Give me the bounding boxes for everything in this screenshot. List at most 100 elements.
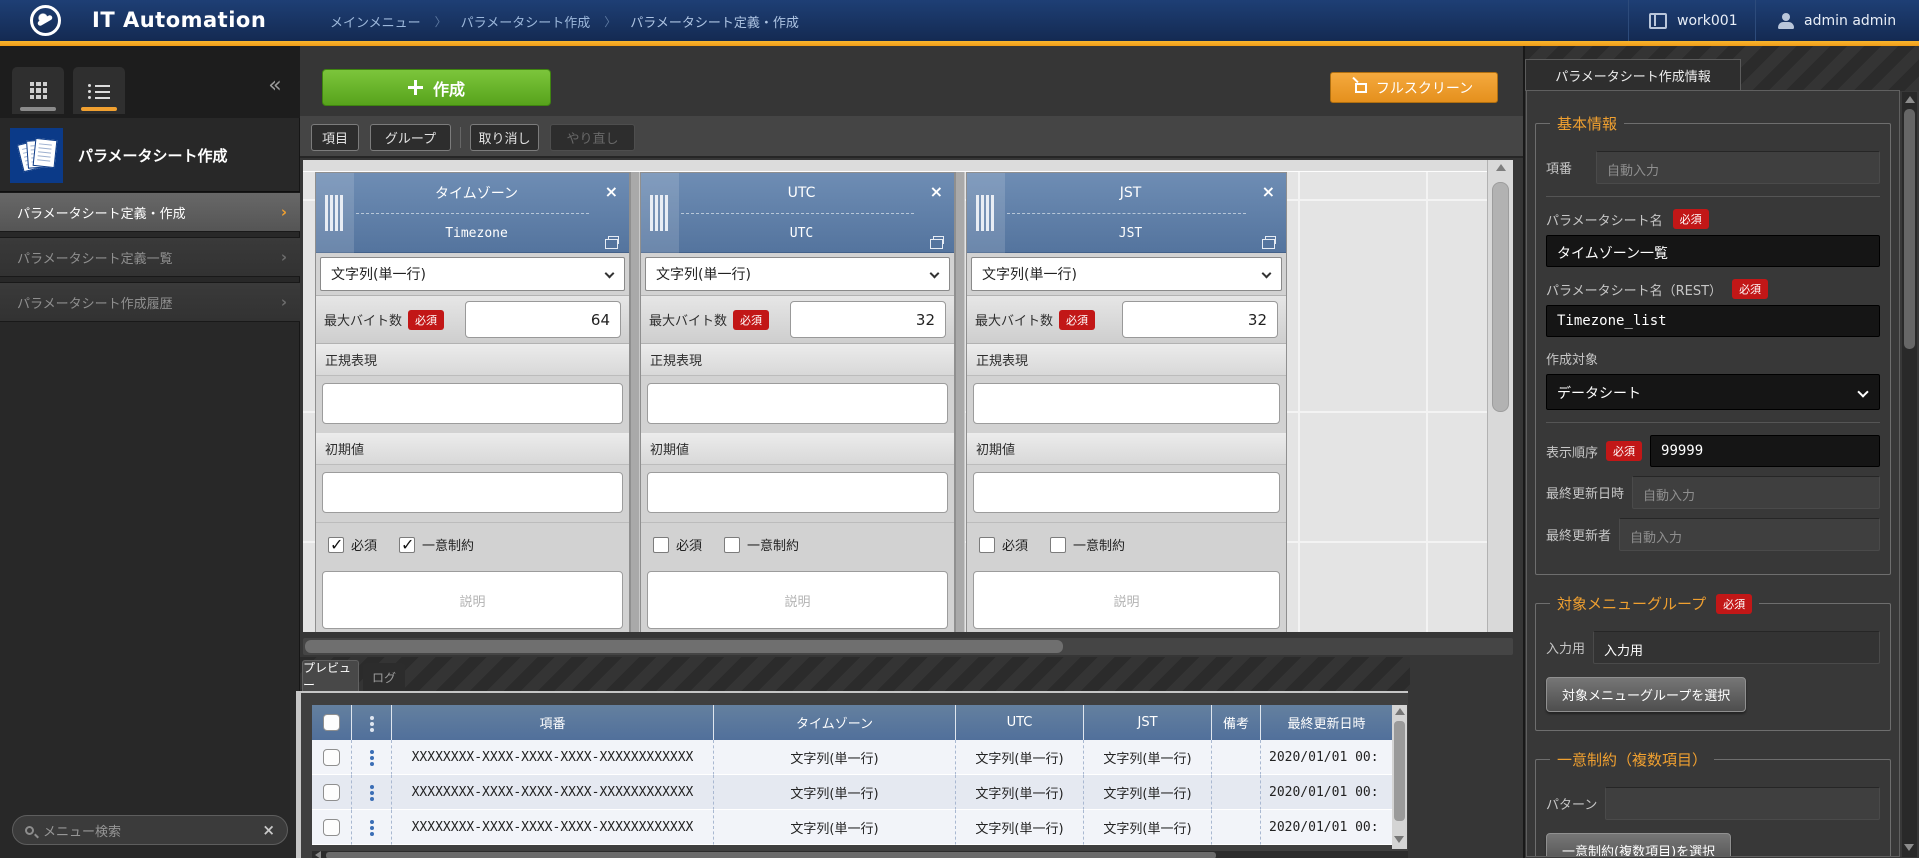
- select-all-checkbox[interactable]: [323, 714, 340, 731]
- description-textarea[interactable]: 説明: [973, 571, 1280, 629]
- row-checkbox[interactable]: [323, 749, 340, 766]
- unique-checkbox[interactable]: [399, 537, 415, 553]
- tab-sheet-info[interactable]: パラメータシート作成情報: [1525, 59, 1741, 91]
- scrollbar-thumb[interactable]: [326, 852, 1216, 858]
- max-byte-input[interactable]: 32: [1122, 301, 1278, 338]
- scroll-down-icon[interactable]: [1394, 836, 1404, 843]
- item-title[interactable]: JST: [1005, 173, 1256, 213]
- sheet-rest-name-input[interactable]: Timezone_list: [1546, 305, 1880, 337]
- input-use-field[interactable]: 入力用: [1593, 631, 1880, 664]
- sidebar-collapse-button[interactable]: «: [256, 66, 294, 104]
- column-header-updated[interactable]: 最終更新日時: [1261, 705, 1392, 740]
- breadcrumb-sheet-create[interactable]: パラメータシート作成: [461, 12, 591, 31]
- workspace-switcher[interactable]: work001: [1649, 0, 1738, 41]
- tab-log[interactable]: ログ: [363, 663, 405, 691]
- display-order-input[interactable]: 99999: [1650, 435, 1880, 467]
- menu-search-input[interactable]: メニュー検索 ×: [12, 815, 288, 845]
- drag-handle[interactable]: [967, 173, 1005, 253]
- item-type-select[interactable]: 文字列(単一行): [645, 257, 950, 291]
- items-mode-button[interactable]: 項目: [311, 124, 359, 151]
- row-checkbox[interactable]: [323, 784, 340, 801]
- description-textarea[interactable]: 説明: [647, 571, 948, 629]
- table-row[interactable]: XXXXXXXX-XXXX-XXXX-XXXX-XXXXXXXXXXXX 文字列…: [312, 775, 1392, 810]
- scrollbar-thumb[interactable]: [1492, 182, 1509, 412]
- regex-input[interactable]: [973, 383, 1280, 424]
- scrollbar-thumb[interactable]: [305, 640, 1063, 653]
- breadcrumb-main-menu[interactable]: メインメニュー: [330, 12, 421, 31]
- canvas-horizontal-scrollbar[interactable]: [303, 638, 1513, 655]
- user-menu[interactable]: admin admin: [1778, 0, 1896, 41]
- table-horizontal-scrollbar[interactable]: [312, 851, 1408, 858]
- scrollbar-thumb[interactable]: [1394, 721, 1405, 821]
- item-rest-name[interactable]: UTC: [679, 213, 924, 253]
- close-icon[interactable]: ×: [605, 182, 618, 201]
- column-header-jst[interactable]: JST: [1084, 705, 1212, 740]
- description-textarea[interactable]: 説明: [322, 571, 623, 629]
- sheet-name-input[interactable]: タイムゾーン一覧: [1546, 235, 1880, 267]
- unique-checkbox[interactable]: [724, 537, 740, 553]
- create-target-select[interactable]: データシート: [1546, 374, 1880, 410]
- kebab-menu-icon[interactable]: [370, 820, 374, 824]
- scroll-left-icon[interactable]: [315, 851, 321, 858]
- create-button[interactable]: 作成: [322, 69, 551, 106]
- required-checkbox[interactable]: [328, 537, 344, 553]
- required-checkbox[interactable]: [979, 537, 995, 553]
- group-mode-button[interactable]: グループ: [370, 124, 451, 151]
- item-no-input[interactable]: 自動入力: [1596, 151, 1880, 184]
- unique-checkbox[interactable]: [1050, 537, 1066, 553]
- item-type-select[interactable]: 文字列(単一行): [971, 257, 1282, 291]
- default-input[interactable]: [973, 472, 1280, 513]
- sidebar-item-create-history[interactable]: パラメータシート作成履歴 ›: [0, 282, 300, 322]
- regex-input[interactable]: [322, 383, 623, 424]
- sidebar-tab-list[interactable]: [73, 67, 125, 114]
- sidebar-item-define-list[interactable]: パラメータシート定義一覧 ›: [0, 237, 300, 277]
- column-header-item-no[interactable]: 項番: [392, 705, 714, 740]
- sidebar-item-define-create[interactable]: パラメータシート定義・作成 ›: [0, 192, 300, 232]
- close-icon[interactable]: ×: [1262, 182, 1275, 201]
- popup-icon[interactable]: [608, 236, 619, 244]
- scroll-up-icon[interactable]: [1496, 164, 1506, 171]
- select-menu-group-button[interactable]: 対象メニューグループを選択: [1546, 677, 1746, 712]
- pattern-input[interactable]: [1605, 787, 1880, 820]
- item-title[interactable]: タイムゾーン: [354, 173, 599, 213]
- last-updated-input[interactable]: 自動入力: [1632, 476, 1880, 509]
- kebab-menu-icon[interactable]: [370, 785, 374, 789]
- table-vertical-scrollbar[interactable]: [1392, 705, 1407, 849]
- last-updater-input[interactable]: 自動入力: [1619, 518, 1880, 551]
- item-title[interactable]: UTC: [679, 173, 924, 213]
- default-input[interactable]: [322, 472, 623, 513]
- required-checkbox[interactable]: [653, 537, 669, 553]
- max-byte-input[interactable]: 64: [465, 301, 621, 338]
- column-header-timezone[interactable]: タイムゾーン: [714, 705, 956, 740]
- tab-preview[interactable]: プレビュー: [302, 660, 359, 691]
- item-rest-name[interactable]: Timezone: [354, 213, 599, 253]
- default-input[interactable]: [647, 472, 948, 513]
- redo-button[interactable]: やり直し: [550, 124, 635, 151]
- scroll-down-icon[interactable]: [1904, 844, 1914, 851]
- table-row[interactable]: XXXXXXXX-XXXX-XXXX-XXXX-XXXXXXXXXXXX 文字列…: [312, 740, 1392, 775]
- row-checkbox[interactable]: [323, 819, 340, 836]
- scroll-up-icon[interactable]: [1395, 708, 1405, 715]
- column-header-remarks[interactable]: 備考: [1212, 705, 1261, 740]
- scrollbar-thumb[interactable]: [1904, 109, 1915, 349]
- kebab-menu-icon[interactable]: [370, 750, 374, 754]
- max-byte-input[interactable]: 32: [790, 301, 946, 338]
- column-header-utc[interactable]: UTC: [956, 705, 1084, 740]
- search-clear-icon[interactable]: ×: [262, 821, 275, 839]
- item-rest-name[interactable]: JST: [1005, 213, 1256, 253]
- item-type-select[interactable]: 文字列(単一行): [320, 257, 625, 291]
- table-row[interactable]: XXXXXXXX-XXXX-XXXX-XXXX-XXXXXXXXXXXX 文字列…: [312, 810, 1392, 845]
- drag-handle[interactable]: [316, 173, 354, 253]
- scroll-up-icon[interactable]: [1905, 96, 1915, 103]
- select-unique-constraint-button[interactable]: 一意制約(複数項目)を選択: [1546, 833, 1731, 857]
- popup-icon[interactable]: [1265, 236, 1276, 244]
- canvas-vertical-scrollbar[interactable]: [1487, 160, 1513, 632]
- undo-button[interactable]: 取り消し: [470, 124, 539, 151]
- close-icon[interactable]: ×: [930, 182, 943, 201]
- regex-input[interactable]: [647, 383, 948, 424]
- panel-scrollbar[interactable]: [1902, 92, 1917, 857]
- popup-icon[interactable]: [933, 236, 944, 244]
- drag-handle[interactable]: [641, 173, 679, 253]
- sidebar-tab-grid[interactable]: [12, 67, 64, 114]
- fullscreen-button[interactable]: フルスクリーン: [1330, 72, 1498, 103]
